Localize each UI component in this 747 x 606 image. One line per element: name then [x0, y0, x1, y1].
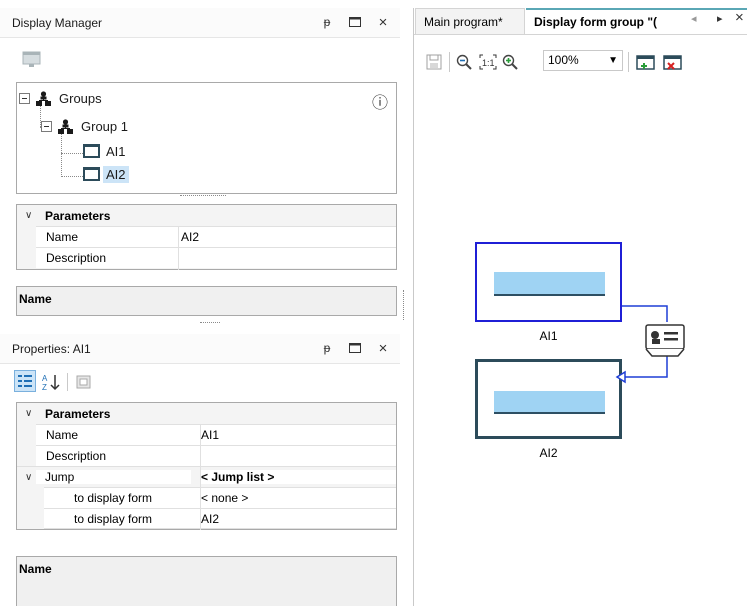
property-row-jump[interactable]: ∨ Jump < Jump list > [17, 466, 396, 487]
zoom-out-icon[interactable] [456, 54, 472, 70]
pin-icon[interactable]: ᵽ [320, 340, 334, 356]
chevron-down-icon[interactable]: ∨ [25, 408, 32, 419]
splitter-grip[interactable] [180, 195, 226, 196]
vertical-splitter-grip[interactable] [403, 290, 404, 320]
tree-node-ai2[interactable]: AI2 [83, 164, 129, 184]
maximize-icon[interactable] [348, 14, 362, 30]
properties-name-section: Name [16, 556, 397, 606]
properties-title: Properties: AI1 [12, 342, 91, 356]
param-row-description[interactable]: Description [36, 247, 396, 268]
zoom-select[interactable]: 100% ▼ [543, 50, 623, 71]
group-icon [35, 90, 52, 107]
svg-text:1:1: 1:1 [482, 58, 495, 68]
property-row-description[interactable]: Description [36, 445, 396, 466]
close-tab-icon[interactable]: × [735, 9, 744, 26]
param-row-name[interactable]: Name AI2 [36, 226, 396, 247]
tree-node-ai1[interactable]: AI1 [83, 141, 129, 161]
collapse-icon[interactable] [19, 92, 30, 104]
svg-text:Z: Z [42, 383, 47, 392]
property-row-name[interactable]: Name AI1 [36, 424, 396, 445]
display-manager-parameters: ∨ Parameters Name AI2 Description [16, 204, 397, 270]
splitter-grip[interactable] [200, 322, 220, 323]
property-row-jump-1[interactable]: to display form < none > [44, 487, 396, 508]
property-pages-icon[interactable] [75, 373, 93, 391]
save-icon[interactable] [426, 54, 442, 70]
form-caption-ai1: AI1 [539, 329, 558, 343]
close-icon[interactable]: × [376, 14, 390, 31]
add-form-icon[interactable] [636, 54, 656, 70]
info-icon[interactable]: ⓘ [372, 89, 388, 113]
delete-form-icon[interactable] [663, 54, 683, 70]
tree-node-group-1[interactable]: Group 1 [41, 116, 131, 136]
tree-node-groups[interactable]: Groups [19, 88, 105, 108]
chevron-down-icon[interactable]: ∨ [25, 210, 32, 221]
display-manager-name-section: Name [16, 286, 397, 316]
chevron-down-icon: ▼ [608, 55, 618, 66]
pin-icon[interactable]: ᵽ [320, 14, 334, 30]
tab-main-program[interactable]: Main program* [415, 8, 525, 34]
tree-label-group-1: Group 1 [81, 118, 128, 134]
properties-parameters: ∨ Parameters Name AI1 Description ∨ Jump… [16, 402, 397, 530]
alphabetical-sort-icon[interactable]: AZ [41, 372, 61, 392]
svg-text:A: A [42, 374, 48, 383]
jump-icon[interactable] [644, 323, 686, 357]
group-icon [57, 118, 74, 135]
form-preview-bar [494, 391, 605, 414]
tree-label-groups: Groups [59, 90, 102, 106]
property-row-jump-2[interactable]: to display form AI2 [44, 508, 396, 529]
parameters-header[interactable]: ∨ Parameters [17, 403, 396, 424]
display-manager-titlebar: Display Manager ᵽ × [0, 8, 400, 38]
display-form-icon [83, 167, 100, 181]
parameters-header[interactable]: ∨ Parameters [17, 205, 396, 226]
add-display-form-icon[interactable] [22, 50, 42, 68]
actual-size-icon[interactable]: 1:1 [479, 54, 497, 70]
tab-scroll-right-icon[interactable]: ▸ [717, 12, 723, 25]
properties-titlebar: Properties: AI1 ᵽ × [0, 334, 400, 364]
groups-tree: Groups ⓘ Group 1 AI1 AI2 [16, 82, 397, 194]
form-caption-ai2: AI2 [539, 446, 558, 460]
tab-scroll-left-icon[interactable]: ◂ [691, 12, 697, 25]
tab-display-form-group[interactable]: Display form group "( [526, 8, 747, 34]
display-form-icon [83, 144, 100, 158]
display-manager-title: Display Manager [12, 16, 103, 30]
form-preview-bar [494, 272, 605, 296]
maximize-icon[interactable] [348, 340, 362, 356]
close-icon[interactable]: × [376, 340, 390, 357]
display-form-ai1[interactable] [475, 242, 622, 322]
collapse-icon[interactable] [41, 120, 52, 132]
display-form-ai2[interactable] [475, 359, 622, 439]
tree-label-ai1: AI1 [106, 143, 126, 159]
categorized-sort-button[interactable] [14, 370, 36, 392]
tree-label-ai2: AI2 [103, 165, 129, 183]
zoom-in-icon[interactable] [502, 54, 518, 70]
chevron-down-icon[interactable]: ∨ [25, 472, 32, 483]
